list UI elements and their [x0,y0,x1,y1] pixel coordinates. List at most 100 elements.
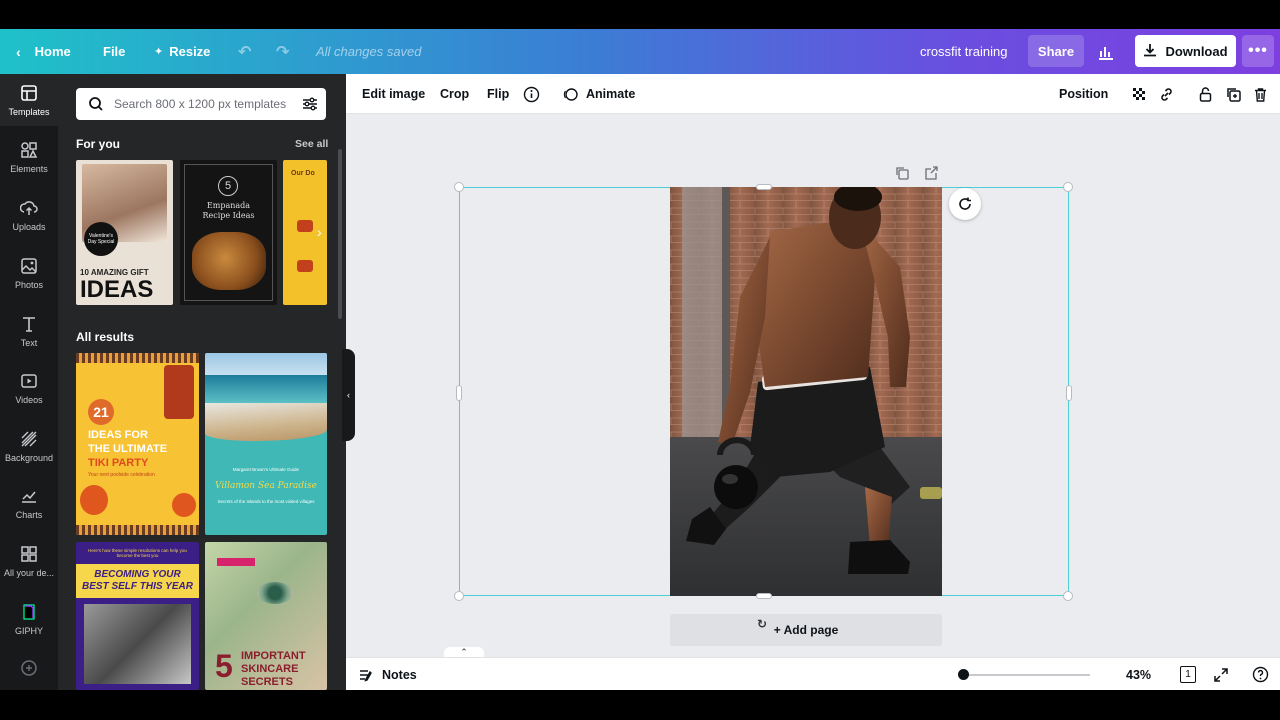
rail-label: Charts [15,509,43,520]
template-text: SECRETS [241,676,293,688]
crop-button[interactable]: Crop [440,74,469,114]
resize-handle-top-right[interactable] [1063,182,1073,192]
template-thumb-best-self[interactable]: Here's how these simple resolutions can … [76,542,199,690]
canvas-scrollbar[interactable] [1266,114,1280,674]
template-thumb-skincare[interactable]: 5 IMPORTANT SKINCARE SECRETS [205,542,327,690]
more-apps-icon [21,659,37,676]
download-icon [1143,43,1157,60]
zoom-slider-track[interactable] [964,674,1090,676]
home-button[interactable]: ‹ Home [16,29,71,74]
link-icon[interactable] [1158,74,1175,114]
resize-button[interactable]: ✦ Resize [154,29,210,74]
download-button[interactable]: Download [1135,35,1236,67]
animate-button[interactable]: Animate [562,74,635,114]
filter-icon[interactable] [302,96,318,112]
rail-label: Templates [8,106,50,117]
uploads-icon [20,200,38,215]
photos-icon [21,257,37,274]
top-bar: ‹ Home File ✦ Resize ↶ ↷ All changes sav… [0,29,1280,74]
share-button[interactable]: Share [1028,35,1084,67]
charts-icon [22,491,36,503]
add-page-icon[interactable] [923,165,939,181]
rail-item-all-designs[interactable]: All your de... [0,535,58,587]
template-badge: Valentine's Day Special [84,222,118,256]
resize-handle-top-left[interactable] [454,182,464,192]
rail-item-charts[interactable]: Charts [0,477,58,529]
transparency-icon[interactable] [1131,74,1148,114]
resize-handle-bottom-right[interactable] [1063,591,1073,601]
notes-button[interactable]: Notes [358,658,417,690]
template-text: Empanada [206,201,251,210]
duplicate-page-icon[interactable] [894,165,910,181]
background-icon [21,431,37,446]
position-button[interactable]: Position [1059,74,1108,114]
templates-icon [21,84,37,101]
panel-scrollbar[interactable] [338,149,342,319]
template-text: SKINCARE [241,663,299,675]
template-thumb-sea-paradise[interactable]: Margaret Brown's Ultimate Guide Villamon… [205,353,327,535]
templates-panel: Search 800 x 1200 px templates For you S… [58,74,346,690]
more-options-button[interactable]: ••• [1242,35,1274,67]
rail-item-elements[interactable]: Elements [0,131,58,183]
redo-icon[interactable]: ↷ [276,29,289,74]
rail-label: GIPHY [14,625,43,636]
zoom-value[interactable]: 43% [1126,658,1151,690]
rail-item-giphy[interactable]: GIPHY [0,593,58,645]
rail-label: Background [4,452,54,463]
bottom-bar: Notes 43% 1 [346,657,1280,690]
edit-image-button[interactable]: Edit image [362,74,425,114]
notes-icon [360,669,372,682]
duplicate-icon[interactable] [1225,74,1242,114]
template-thumb-tiki-party[interactable]: 21 IDEAS FOR THE ULTIMATE TIKI PARTY You… [76,353,199,535]
help-icon[interactable] [1252,658,1269,690]
template-thumb-empanada[interactable]: 5 Empanada Recipe Ideas [180,160,277,305]
resize-handle-top[interactable] [756,184,772,190]
resize-handle-bottom[interactable] [756,593,772,599]
add-page-button[interactable]: ↻ + Add page [670,614,942,646]
template-text: IMPORTANT [241,650,306,662]
lock-icon[interactable] [1197,74,1214,114]
rail-label: Elements [10,163,48,174]
resize-handle-bottom-left[interactable] [454,591,464,601]
rail-item-templates[interactable]: Templates [0,74,58,126]
template-text: Here's how these simple resolutions can … [88,548,187,558]
home-label: Home [34,44,71,59]
rail-item-background[interactable]: Background [0,420,58,472]
fullscreen-icon[interactable] [1213,658,1229,690]
rail-item-more-apps[interactable] [0,648,58,690]
chevron-left-icon: ‹ [16,43,21,60]
for-you-title: For you [76,137,120,151]
page-count-button[interactable]: 1 [1180,658,1196,690]
template-text: THE ULTIMATE [88,443,168,455]
template-thumb-gift-ideas[interactable]: Valentine's Day Special 10 AMAZING GIFT … [76,160,173,305]
page-count: 1 [1180,666,1196,683]
refresh-icon: ↻ [757,617,768,631]
see-all-link[interactable]: See all [295,138,328,150]
download-label: Download [1165,43,1228,59]
insights-icon[interactable] [1097,29,1115,74]
rotate-button[interactable] [949,188,981,220]
trash-icon[interactable] [1252,74,1269,114]
template-text: Villamon Sea Paradise [215,481,317,491]
template-text: Secrets of the Islands to the most visit… [217,499,315,504]
save-status: All changes saved [316,44,422,59]
template-thumb-yellow[interactable]: Our Do › [283,160,327,305]
file-menu-button[interactable]: File [103,29,125,74]
chevron-right-icon[interactable]: › [317,224,322,240]
rail-item-videos[interactable]: Videos [0,362,58,414]
info-icon[interactable] [523,74,540,114]
undo-icon[interactable]: ↶ [238,29,251,74]
document-title[interactable]: crossfit training [920,29,1007,74]
kettlebell-photo[interactable] [670,187,942,596]
zoom-slider-knob[interactable] [958,669,969,680]
notes-label: Notes [382,667,417,682]
all-results-title: All results [76,330,135,344]
template-number: 21 [88,399,114,425]
rail-item-text[interactable]: Text [0,305,58,357]
template-search-input[interactable]: Search 800 x 1200 px templates [76,88,326,120]
rail-item-uploads[interactable]: Uploads [0,189,58,241]
resize-handle-right[interactable] [1066,385,1072,401]
rail-item-photos[interactable]: Photos [0,247,58,299]
flip-button[interactable]: Flip [487,74,509,114]
resize-handle-left[interactable] [456,385,462,401]
